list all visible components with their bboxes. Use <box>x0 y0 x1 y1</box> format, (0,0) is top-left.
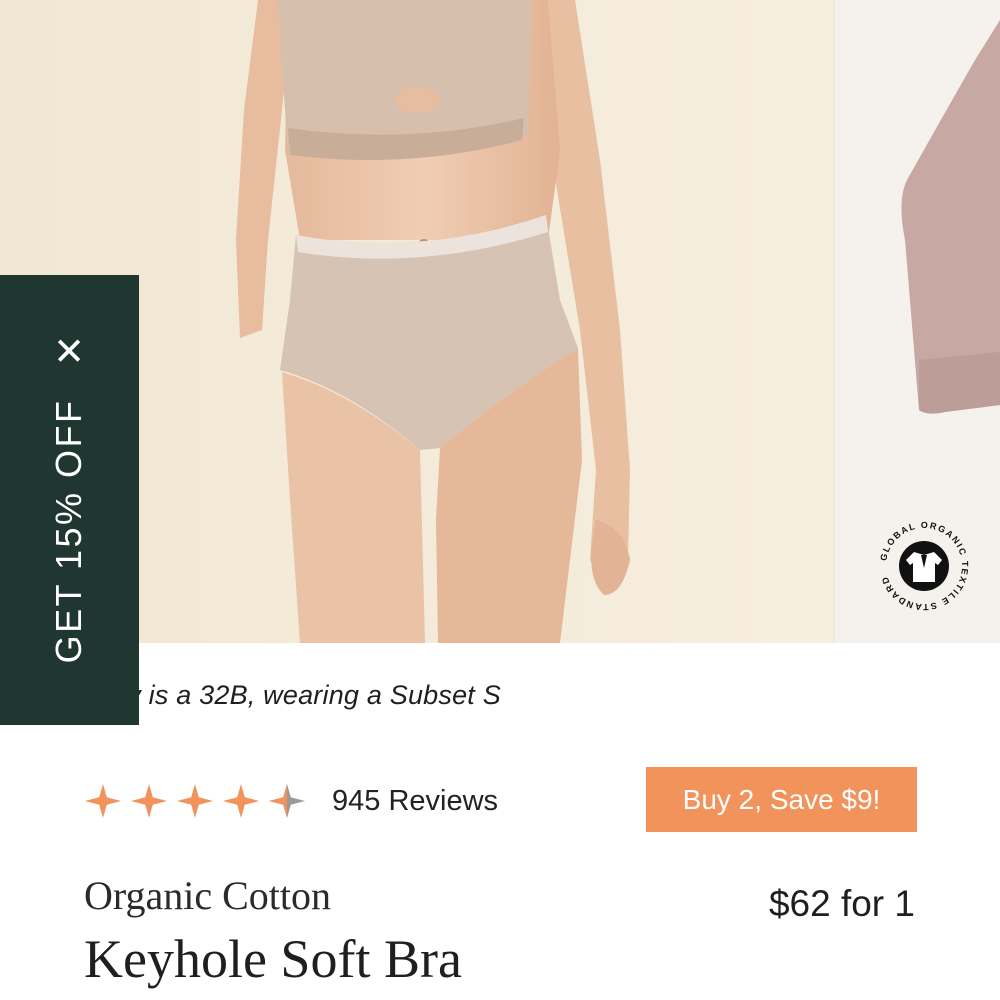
star-filled-icon <box>85 783 121 819</box>
star-filled-icon <box>223 783 259 819</box>
star-half-icon <box>269 783 305 819</box>
organic-textile-standard-badge-icon: GLOBAL ORGANIC TEXTILE STANDARD <box>878 520 968 612</box>
promo-content: GET 15% OFF ✕ <box>48 332 90 664</box>
star-filled-icon <box>177 783 213 819</box>
product-rating[interactable]: 945 Reviews <box>84 783 498 819</box>
discount-promo-tab[interactable]: GET 15% OFF ✕ <box>0 275 139 725</box>
bundle-offer-badge: Buy 2, Save $9! <box>646 767 917 832</box>
product-price: $62 for 1 <box>768 883 915 924</box>
star-filled-icon <box>131 783 167 819</box>
model-size-caption: ey is a 32B, wearing a Subset S <box>112 680 501 710</box>
reviews-count-link[interactable]: 945 Reviews <box>332 785 498 818</box>
close-icon[interactable]: ✕ <box>53 332 85 374</box>
product-image-gallery[interactable]: GLOBAL ORGANIC TEXTILE STANDARD <box>0 0 1000 643</box>
promo-label: GET 15% OFF <box>48 398 89 664</box>
product-title: Keyhole Soft Bra <box>84 929 462 989</box>
product-collection: Organic Cotton <box>84 873 332 918</box>
